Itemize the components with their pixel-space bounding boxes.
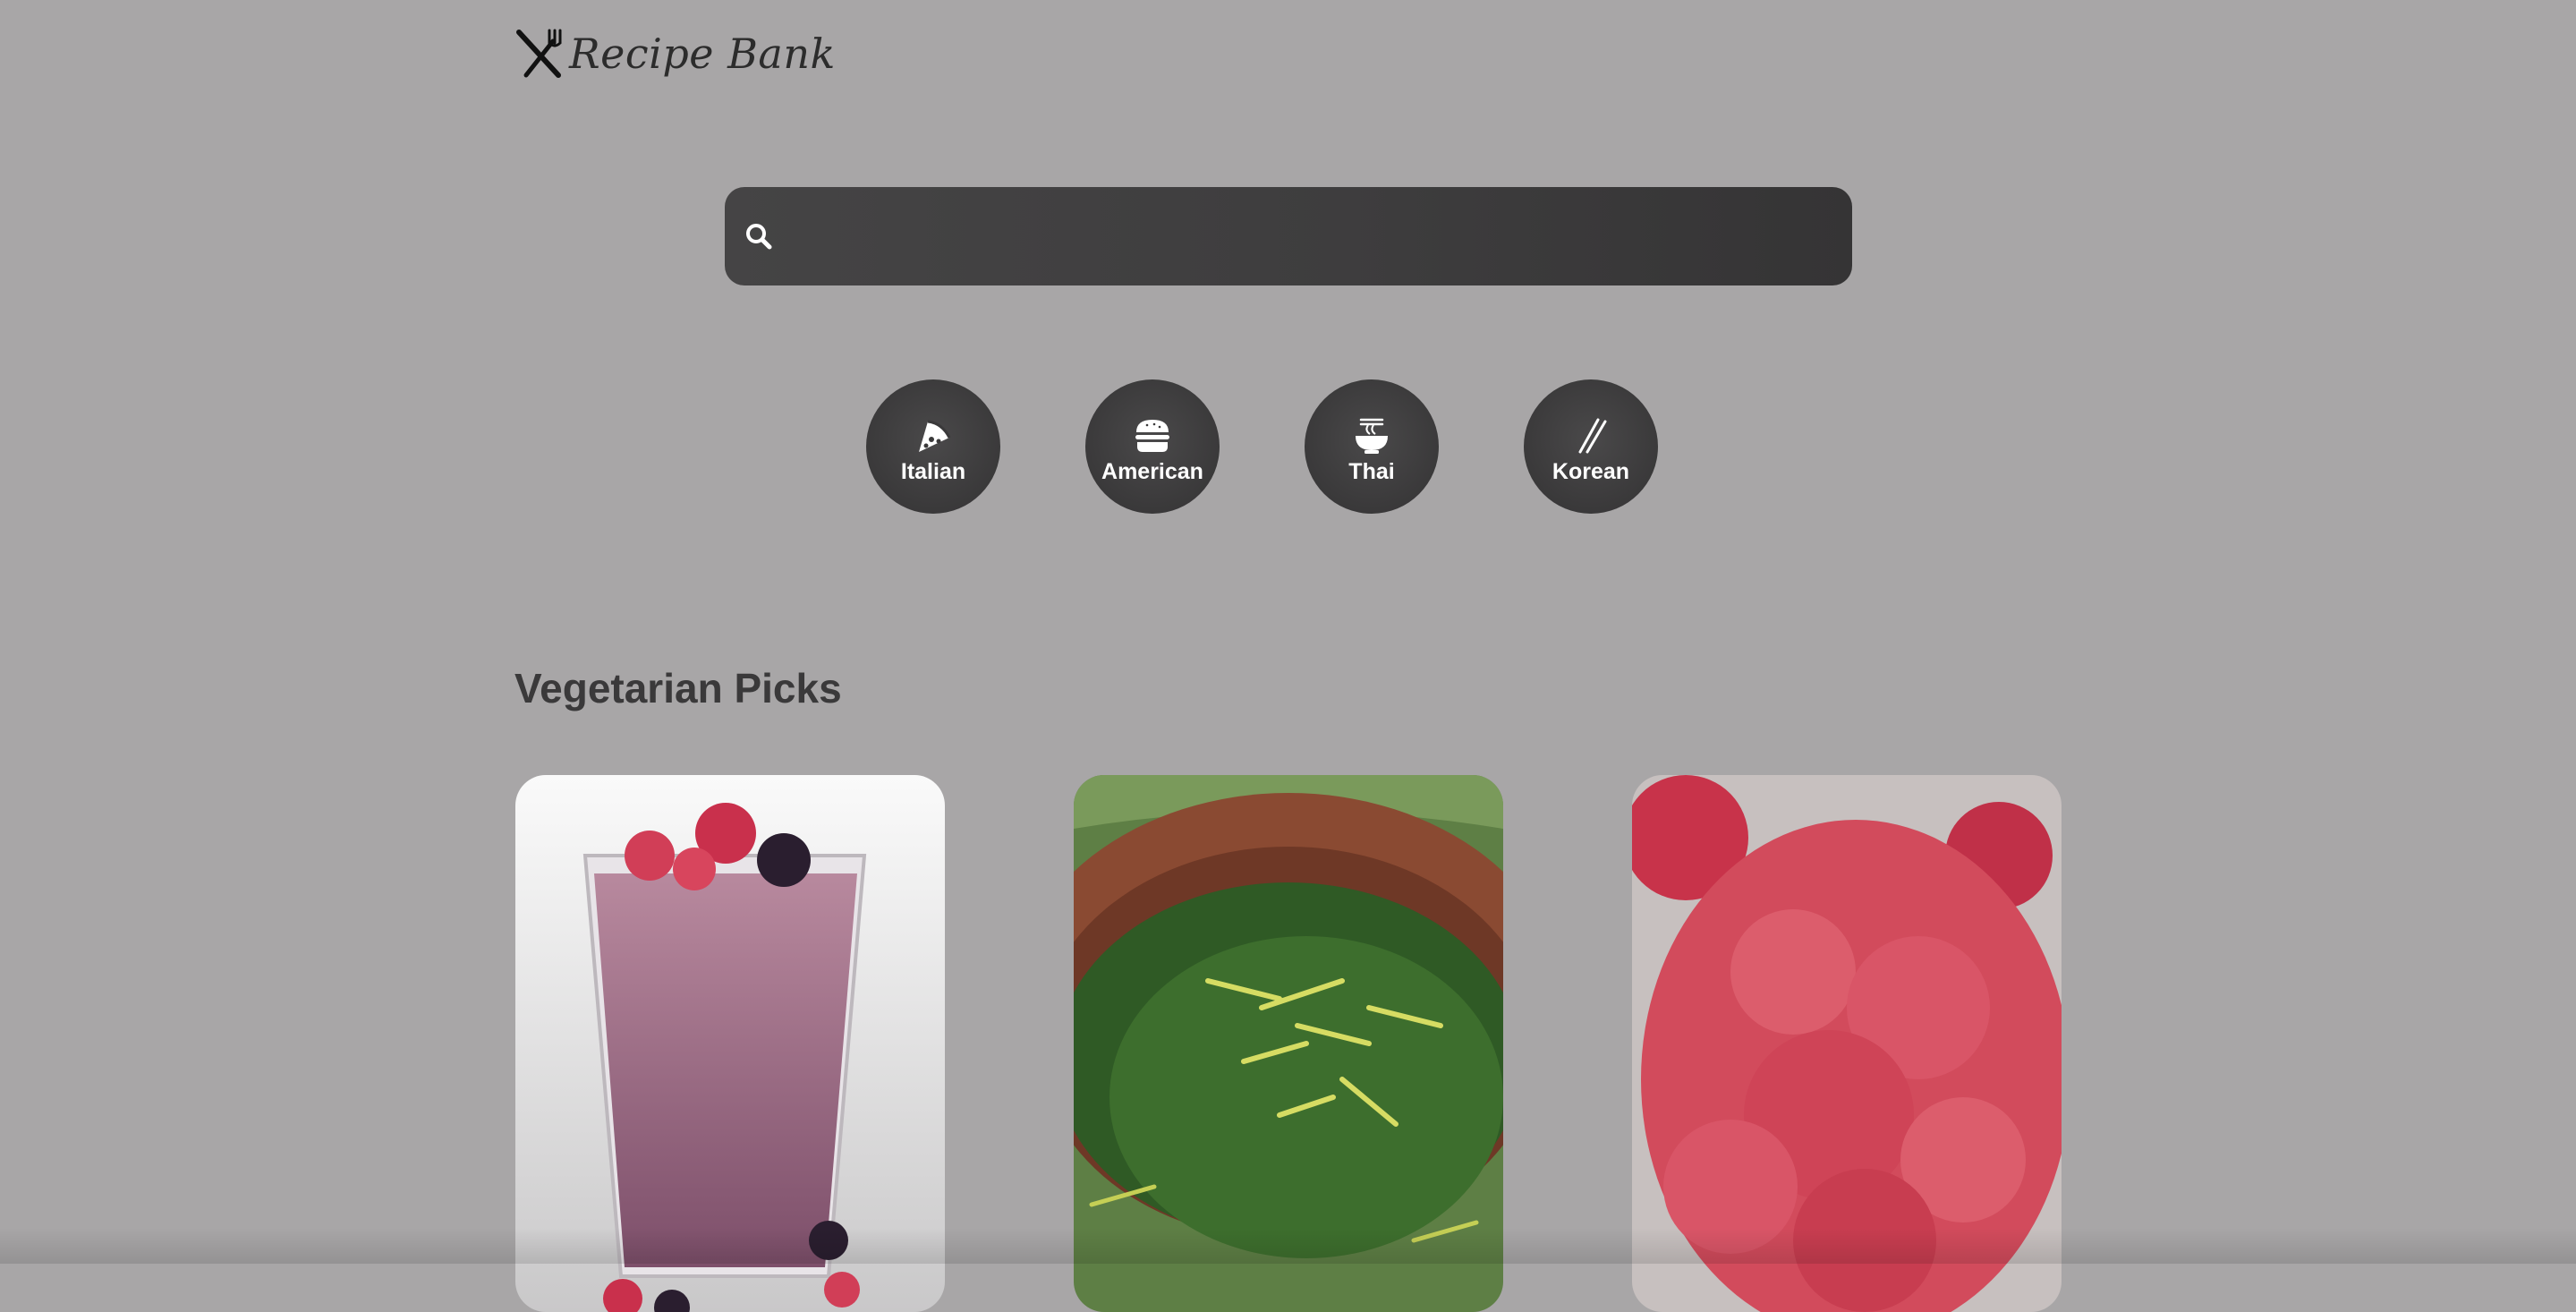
noodle-bowl-icon (1356, 418, 1388, 454)
cuisine-label: Thai (1348, 458, 1395, 484)
recipe-card[interactable] (515, 775, 945, 1312)
pizza-icon (919, 420, 951, 452)
burger-icon (1135, 419, 1169, 452)
berry-smoothie-photo (515, 775, 945, 1312)
cuisine-american[interactable]: American (1085, 379, 1220, 514)
raspberry-sorbet-photo (1632, 775, 2062, 1312)
search-icon (746, 224, 772, 250)
cuisine-label: Italian (900, 458, 966, 484)
cuisine-label: American (1101, 458, 1203, 484)
recipe-card[interactable] (1632, 775, 2062, 1312)
chopsticks-icon (1578, 418, 1607, 453)
search-bar[interactable] (725, 186, 1852, 286)
fork-knife-icon (516, 29, 562, 78)
recipe-card[interactable] (1074, 775, 1503, 1312)
search-input[interactable] (773, 186, 1852, 286)
cuisine-thai[interactable]: Thai (1305, 379, 1439, 514)
cuisine-italian[interactable]: Italian (866, 379, 1000, 514)
green-herb-dish-photo (1074, 775, 1503, 1312)
brand-name: Recipe Bank (569, 30, 836, 78)
section-title: Vegetarian Picks (514, 665, 842, 711)
cuisine-korean[interactable]: Korean (1524, 379, 1658, 514)
brand-logo[interactable]: Recipe Bank (514, 27, 836, 81)
cuisine-label: Korean (1552, 458, 1630, 484)
